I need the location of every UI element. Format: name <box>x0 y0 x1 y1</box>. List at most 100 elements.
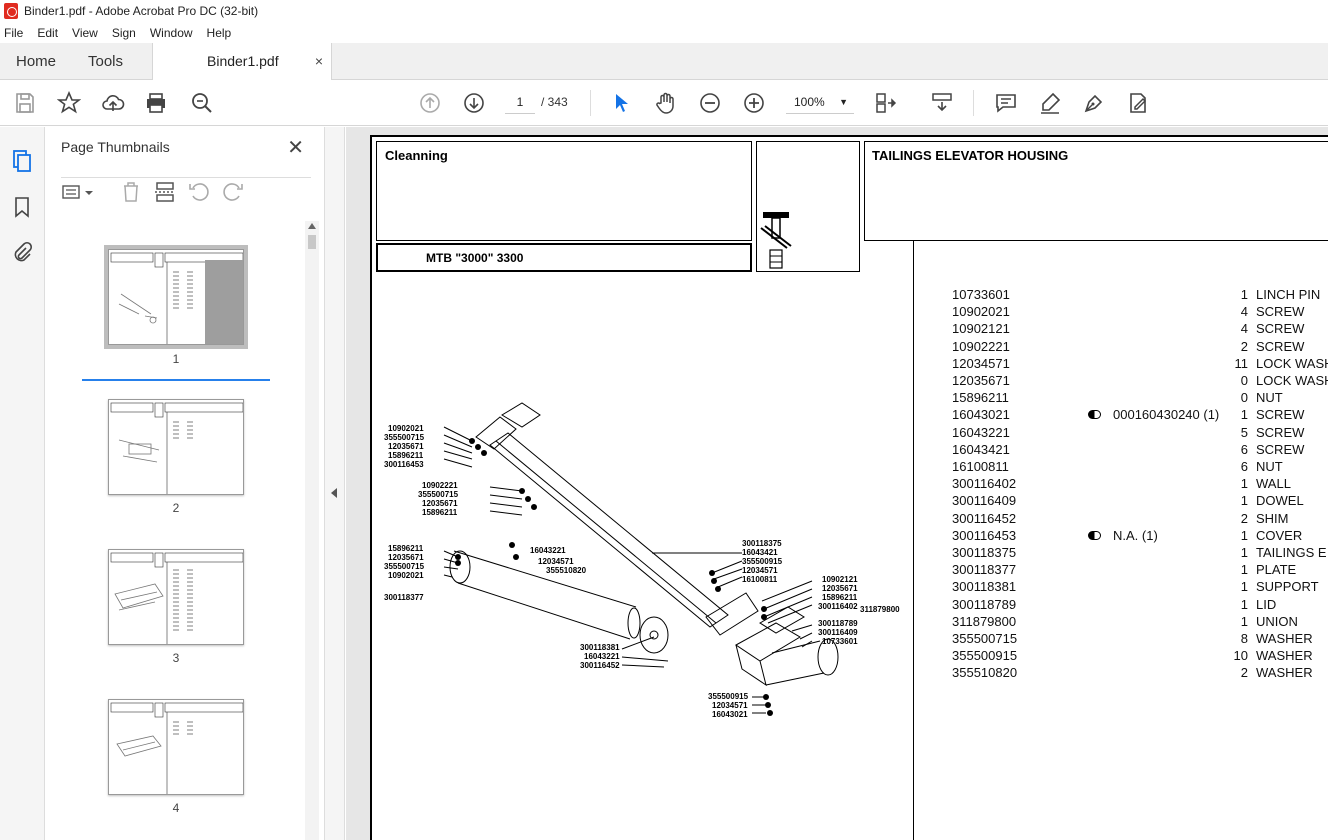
page-thumbnail-4[interactable] <box>108 699 244 795</box>
thumbnails-scrollbar[interactable] <box>305 221 319 840</box>
part-number: 300118789 <box>952 596 1017 612</box>
part-number: 300118377 <box>952 562 1017 578</box>
highlight-pen-icon[interactable] <box>1038 91 1062 115</box>
tab-document[interactable]: Binder1.pdf × <box>152 43 332 81</box>
part-reference-text: N.A. (1) <box>1113 527 1158 543</box>
delete-page-icon[interactable] <box>119 180 143 204</box>
page-thumbnail-2[interactable] <box>108 399 244 495</box>
part-quantity: 0 <box>1240 390 1248 406</box>
zoom-level-value: 100% <box>794 95 825 109</box>
part-number: 300116453 <box>952 527 1017 543</box>
part-description: DOWEL <box>1256 493 1304 509</box>
part-number: 300116409 <box>952 493 1017 509</box>
part-quantity: 1 <box>1240 579 1248 595</box>
part-description: LID <box>1256 596 1277 612</box>
menu-file[interactable]: File <box>4 26 23 40</box>
window-title: Binder1.pdf - Adobe Acrobat Pro DC (32-b… <box>24 4 259 18</box>
zoom-out-icon[interactable] <box>698 91 722 115</box>
page-thumbnail-1[interactable] <box>104 245 248 349</box>
scroll-mode-icon[interactable] <box>930 91 954 115</box>
panel-splitter[interactable] <box>325 127 345 840</box>
part-description: WASHER <box>1256 648 1313 664</box>
part-number: 10902121 <box>952 321 1010 337</box>
part-description: WALL <box>1256 476 1291 492</box>
page-fit-icon[interactable] <box>874 91 898 115</box>
page-thumbnail-3[interactable] <box>108 549 244 645</box>
bookmark-star-icon[interactable] <box>56 90 82 115</box>
rotate-left-icon[interactable] <box>187 180 211 204</box>
tab-home[interactable]: Home <box>16 43 56 80</box>
part-number: 300118381 <box>952 579 1017 595</box>
menu-window[interactable]: Window <box>150 26 193 40</box>
print-icon[interactable] <box>144 91 168 115</box>
part-number: 15896211 <box>952 390 1009 406</box>
rotate-right-icon[interactable] <box>221 180 245 204</box>
save-icon[interactable] <box>13 91 37 115</box>
part-quantity: 1 <box>1240 287 1248 302</box>
attachments-icon[interactable] <box>10 241 34 265</box>
menu-edit[interactable]: Edit <box>37 26 58 40</box>
scrollbar-thumb[interactable] <box>308 235 316 249</box>
menu-sign[interactable]: Sign <box>112 26 136 40</box>
collapse-panel-arrow-icon[interactable] <box>331 488 337 498</box>
next-page-icon[interactable] <box>462 91 486 115</box>
select-cursor-icon[interactable] <box>610 91 634 115</box>
elevator-symbol-icon <box>760 212 792 269</box>
column-divider <box>913 241 914 840</box>
part-description: SCREW <box>1256 338 1305 354</box>
part-number: 300116452 <box>952 510 1017 526</box>
scroll-up-arrow-icon[interactable] <box>308 223 316 229</box>
part-number: 16043421 <box>952 441 1010 457</box>
pdf-page: Cleanning MTB "3000" 3300 TAILINGS ELEVA… <box>370 135 1328 840</box>
page-thumbnails-icon[interactable] <box>10 149 34 173</box>
selected-thumbnail-indicator <box>82 379 270 381</box>
comment-icon[interactable] <box>994 91 1018 115</box>
callout-label: 12035671 <box>388 442 424 451</box>
tab-tools[interactable]: Tools <box>88 43 123 80</box>
zoom-level-select[interactable]: 100% ▼ <box>786 90 854 114</box>
callout-label: 10733601 <box>822 637 858 646</box>
callout-label: 16043421 <box>742 548 778 557</box>
fill-sign-icon[interactable] <box>1126 91 1150 115</box>
callout-label: 12034571 <box>712 701 748 710</box>
tab-close-icon[interactable]: × <box>315 43 323 80</box>
callout-label: 300116402 <box>818 602 858 611</box>
callout-label: 16043221 <box>530 546 566 555</box>
document-view[interactable]: Cleanning MTB "3000" 3300 TAILINGS ELEVA… <box>346 127 1328 840</box>
callout-label: 16043021 <box>712 710 748 719</box>
part-quantity: 1 <box>1240 407 1248 423</box>
group-title: TAILINGS ELEVATOR HOUSING <box>872 148 1069 163</box>
bookmarks-icon[interactable] <box>10 195 34 219</box>
part-number: 300118375 <box>952 545 1017 560</box>
part-quantity: 2 <box>1240 510 1248 526</box>
panel-title: Page Thumbnails <box>61 139 170 155</box>
callout-label: 300116409 <box>818 628 858 637</box>
menu-view[interactable]: View <box>72 26 98 40</box>
part-quantity: 1 <box>1240 476 1248 492</box>
part-number: 10902221 <box>952 338 1010 354</box>
draw-pen-icon[interactable] <box>1082 91 1106 115</box>
options-menu-icon[interactable] <box>61 180 97 204</box>
part-number: 12034571 <box>952 355 1010 371</box>
part-quantity: 1 <box>1240 596 1248 612</box>
part-quantity: 1 <box>1240 562 1248 578</box>
previous-page-icon[interactable] <box>418 91 442 115</box>
part-description: SCREW <box>1256 441 1305 457</box>
close-icon[interactable]: ✕ <box>287 135 304 160</box>
callout-label: 10902021 <box>388 571 424 580</box>
callout-label: 355500715 <box>418 490 459 499</box>
page-number-input[interactable]: 1 <box>505 90 535 114</box>
menu-help[interactable]: Help <box>207 26 232 40</box>
extract-page-icon[interactable] <box>153 180 177 204</box>
callout-label: 300116452 <box>580 661 620 670</box>
thumbnail-page-number: 3 <box>172 651 180 665</box>
callout-label: 16043221 <box>584 652 620 661</box>
part-number: 355500915 <box>952 648 1018 664</box>
upload-cloud-icon[interactable] <box>101 91 125 115</box>
hand-tool-icon[interactable] <box>654 91 678 115</box>
toolbar-divider <box>973 90 974 116</box>
callout-label: 300118375 <box>742 539 782 548</box>
part-reference: N.A. (1) <box>1088 528 1158 543</box>
zoom-in-icon[interactable] <box>742 91 766 115</box>
find-zoom-icon[interactable] <box>190 91 214 115</box>
